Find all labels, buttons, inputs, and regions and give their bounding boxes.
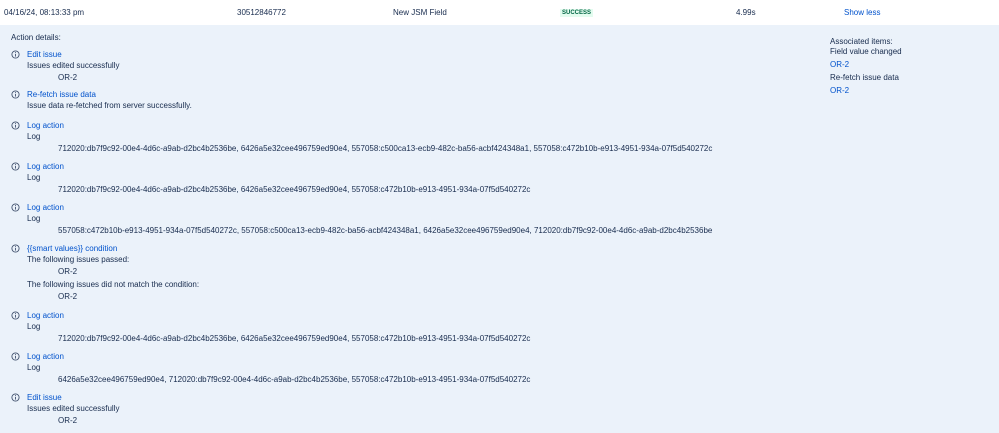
row-date: 04/16/24, 08:13:33 pm	[4, 8, 85, 17]
info-circle-icon	[11, 352, 20, 361]
info-circle-icon	[11, 393, 20, 402]
audit-log-row[interactable]: 04/16/24, 08:13:33 pm 30512846772 New JS…	[0, 0, 999, 26]
associated-issue-link[interactable]: OR-2	[830, 86, 990, 96]
info-circle-icon	[11, 90, 20, 99]
associated-issue-link[interactable]: OR-2	[830, 60, 990, 70]
associated-item-label: Field value changed	[830, 47, 902, 56]
info-circle-icon	[11, 311, 20, 320]
action-title[interactable]: Edit issue	[27, 393, 62, 403]
action-issue-key: OR-2	[58, 416, 78, 425]
action-message: Issues edited successfully	[27, 61, 120, 70]
action-message: Log	[27, 363, 41, 372]
action-title[interactable]: Log action	[27, 162, 64, 172]
info-circle-icon	[11, 121, 20, 130]
action-message: The following issues passed:	[27, 255, 130, 264]
action-message: Log	[27, 132, 41, 141]
action-title[interactable]: Log action	[27, 203, 64, 213]
info-circle-icon	[11, 203, 20, 212]
action-message: Issue data re-fetched from server succes…	[27, 101, 192, 110]
action-title[interactable]: Log action	[27, 311, 64, 321]
action-title[interactable]: Edit issue	[27, 50, 62, 60]
row-duration: 4.99s	[736, 8, 756, 17]
action-title[interactable]: Re-fetch issue data	[27, 90, 96, 100]
action-issue-key: OR-2	[58, 267, 78, 276]
row-rule-name: New JSM Field	[393, 8, 447, 17]
action-message: Log	[27, 322, 41, 331]
status-badge: SUCCESS	[560, 9, 594, 17]
associated-items: Associated items: Field value changed OR…	[830, 37, 990, 96]
associated-items-heading: Associated items:	[830, 37, 893, 46]
log-output: 712020:db7f9c92-00e4-4d6c-a9ab-d2bc4b253…	[58, 185, 531, 194]
row-id: 30512846772	[237, 8, 286, 17]
info-circle-icon	[11, 162, 20, 171]
associated-item-label: Re-fetch issue data	[830, 73, 899, 82]
info-circle-icon	[11, 50, 20, 59]
action-title[interactable]: Log action	[27, 121, 64, 131]
log-output: 6426a5e32cee496759ed90e4, 712020:db7f9c9…	[58, 375, 531, 384]
show-less-link[interactable]: Show less	[844, 8, 880, 18]
action-message: Issues edited successfully	[27, 404, 120, 413]
action-details-title: Action details:	[11, 33, 61, 42]
action-title[interactable]: {{smart values}} condition	[27, 244, 117, 254]
action-title[interactable]: Log action	[27, 352, 64, 362]
action-issue-key: OR-2	[58, 73, 78, 82]
action-message: The following issues did not match the c…	[27, 280, 200, 289]
log-output: 557058:c472b10b-e913-4951-934a-07f5d5402…	[58, 226, 713, 235]
log-output: 712020:db7f9c92-00e4-4d6c-a9ab-d2bc4b253…	[58, 334, 531, 343]
info-circle-icon	[11, 244, 20, 253]
action-issue-key: OR-2	[58, 292, 78, 301]
log-output: 712020:db7f9c92-00e4-4d6c-a9ab-d2bc4b253…	[58, 144, 713, 153]
action-message: Log	[27, 214, 41, 223]
action-message: Log	[27, 173, 41, 182]
